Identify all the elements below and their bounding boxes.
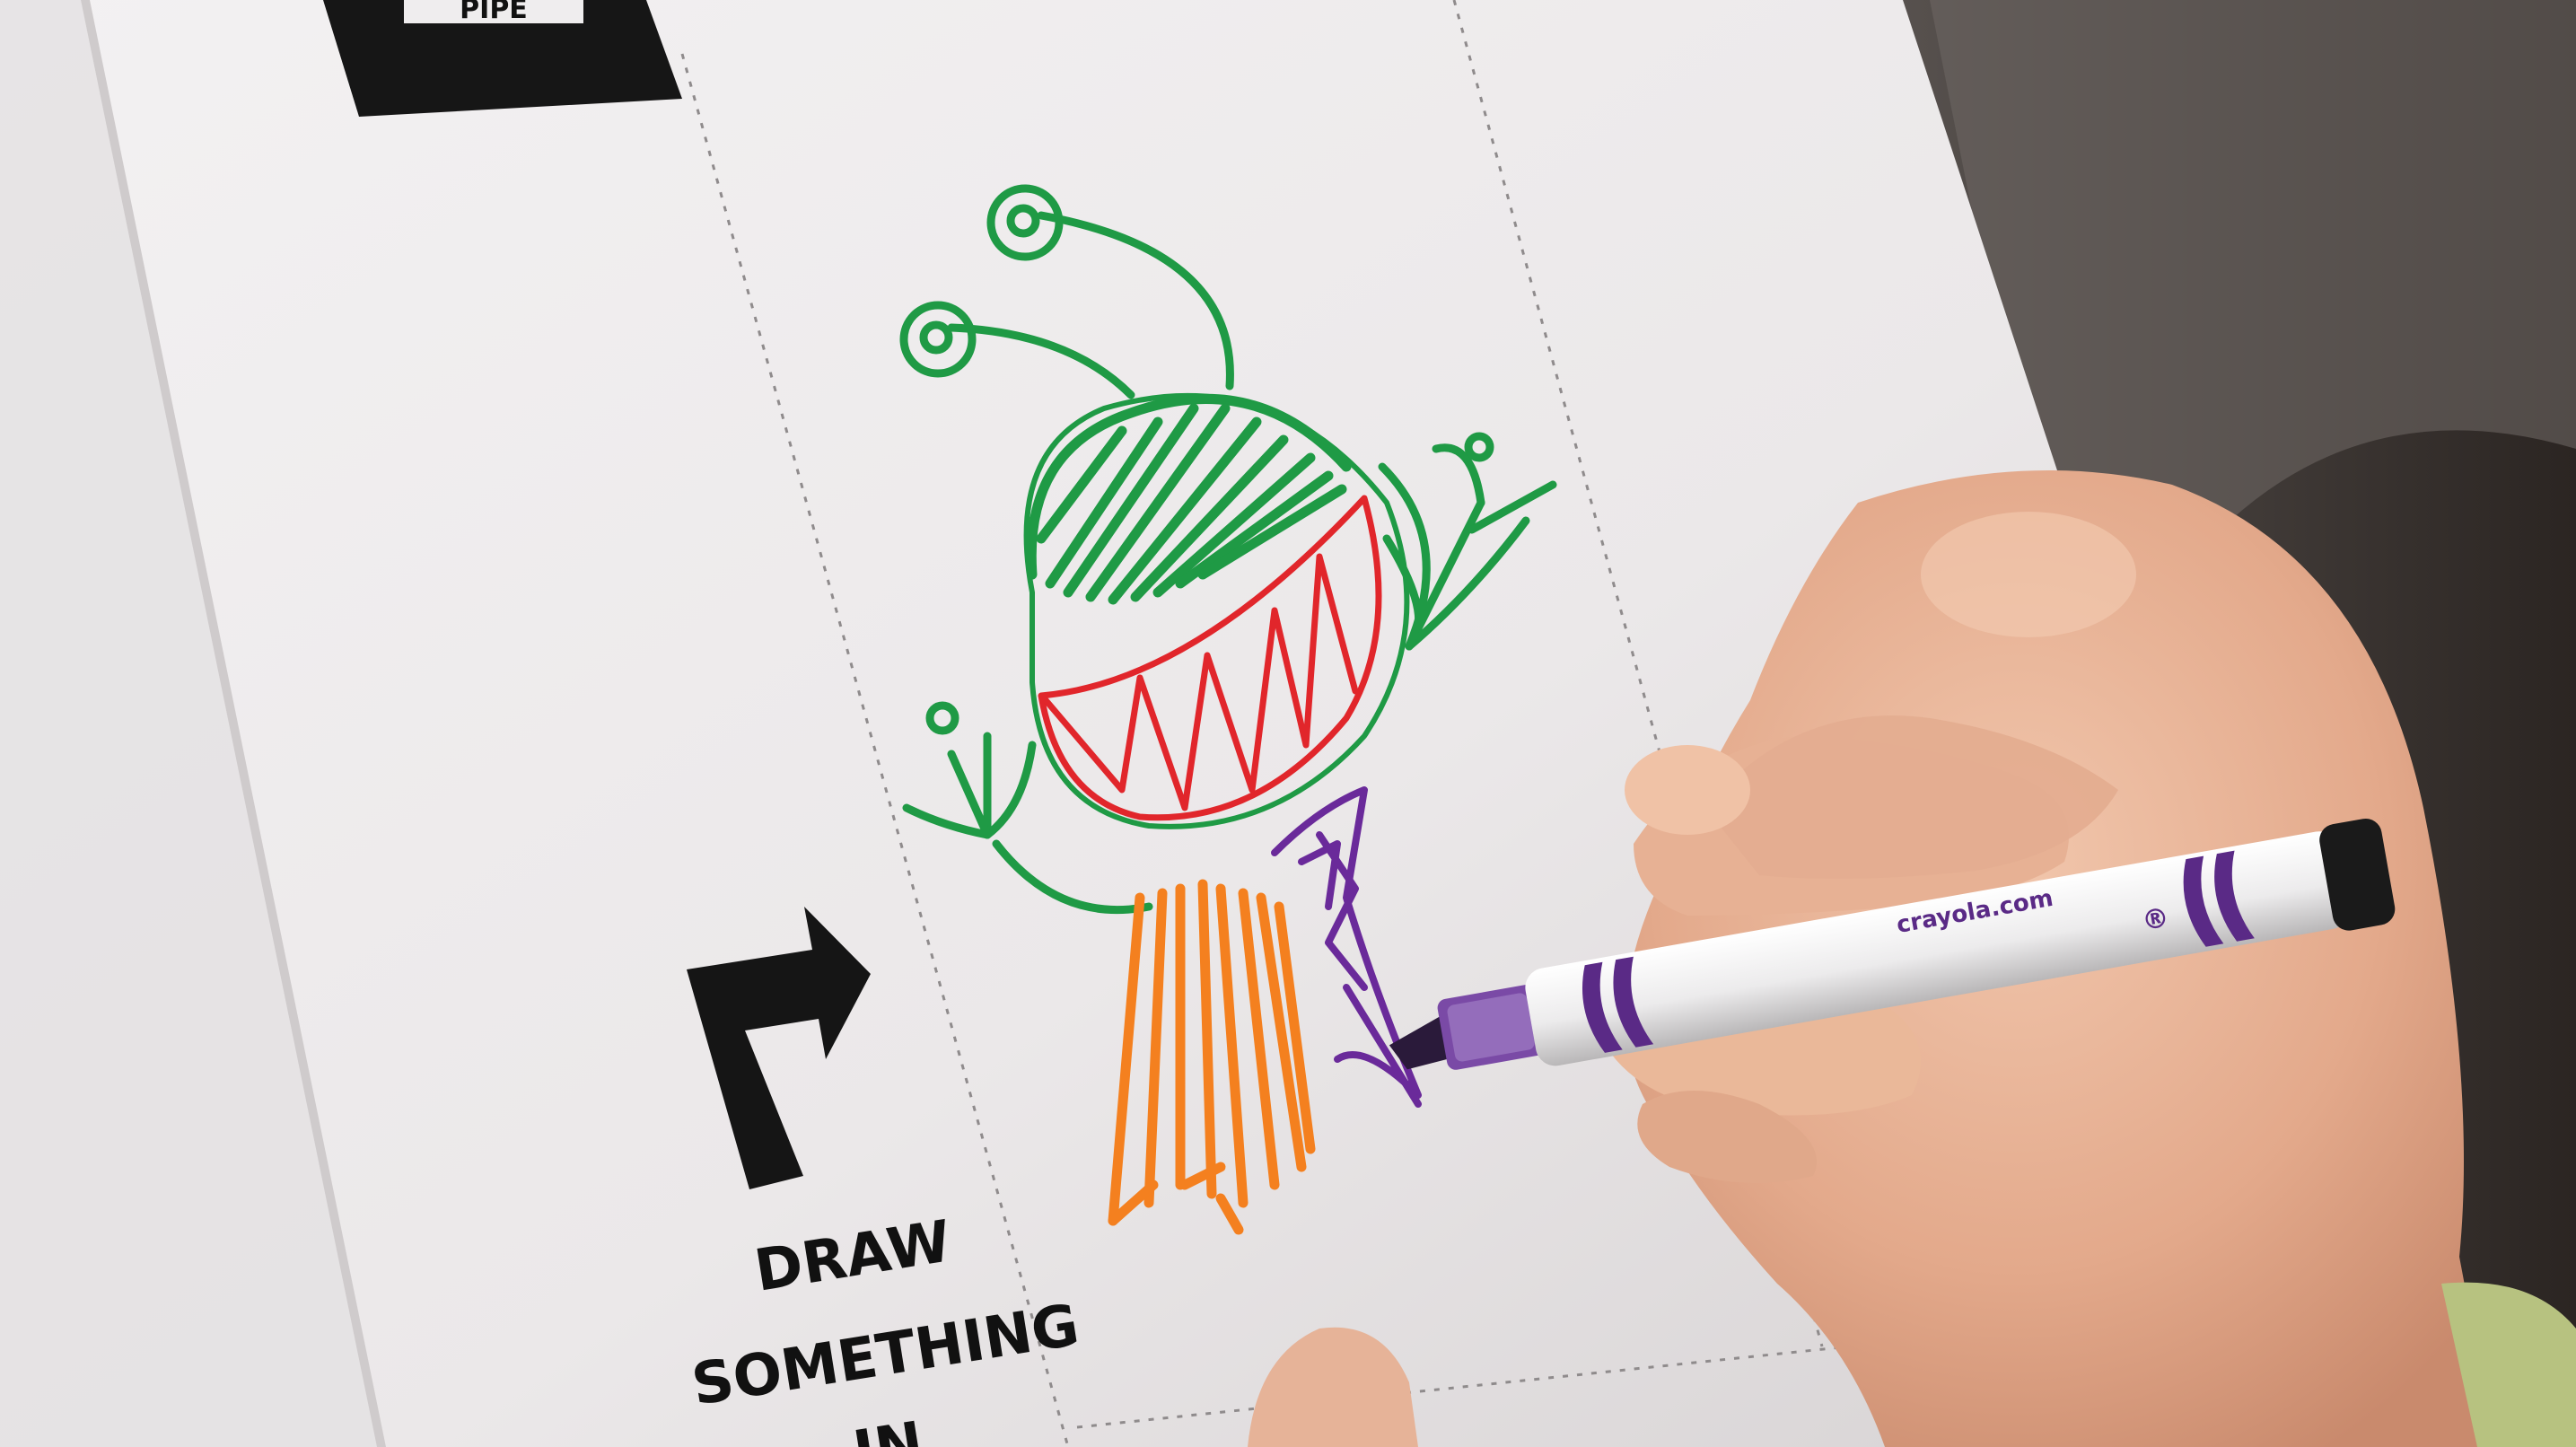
photo-svg: PIPE DRAW SOMETHING IN [0, 0, 2576, 1447]
photo-scene: PIPE DRAW SOMETHING IN [0, 0, 2576, 1447]
marker-registered-mark: ® [2140, 902, 2172, 938]
top-label-text: PIPE [460, 0, 528, 25]
top-label-block: PIPE [323, 0, 682, 117]
thumb-nail [1625, 745, 1750, 835]
